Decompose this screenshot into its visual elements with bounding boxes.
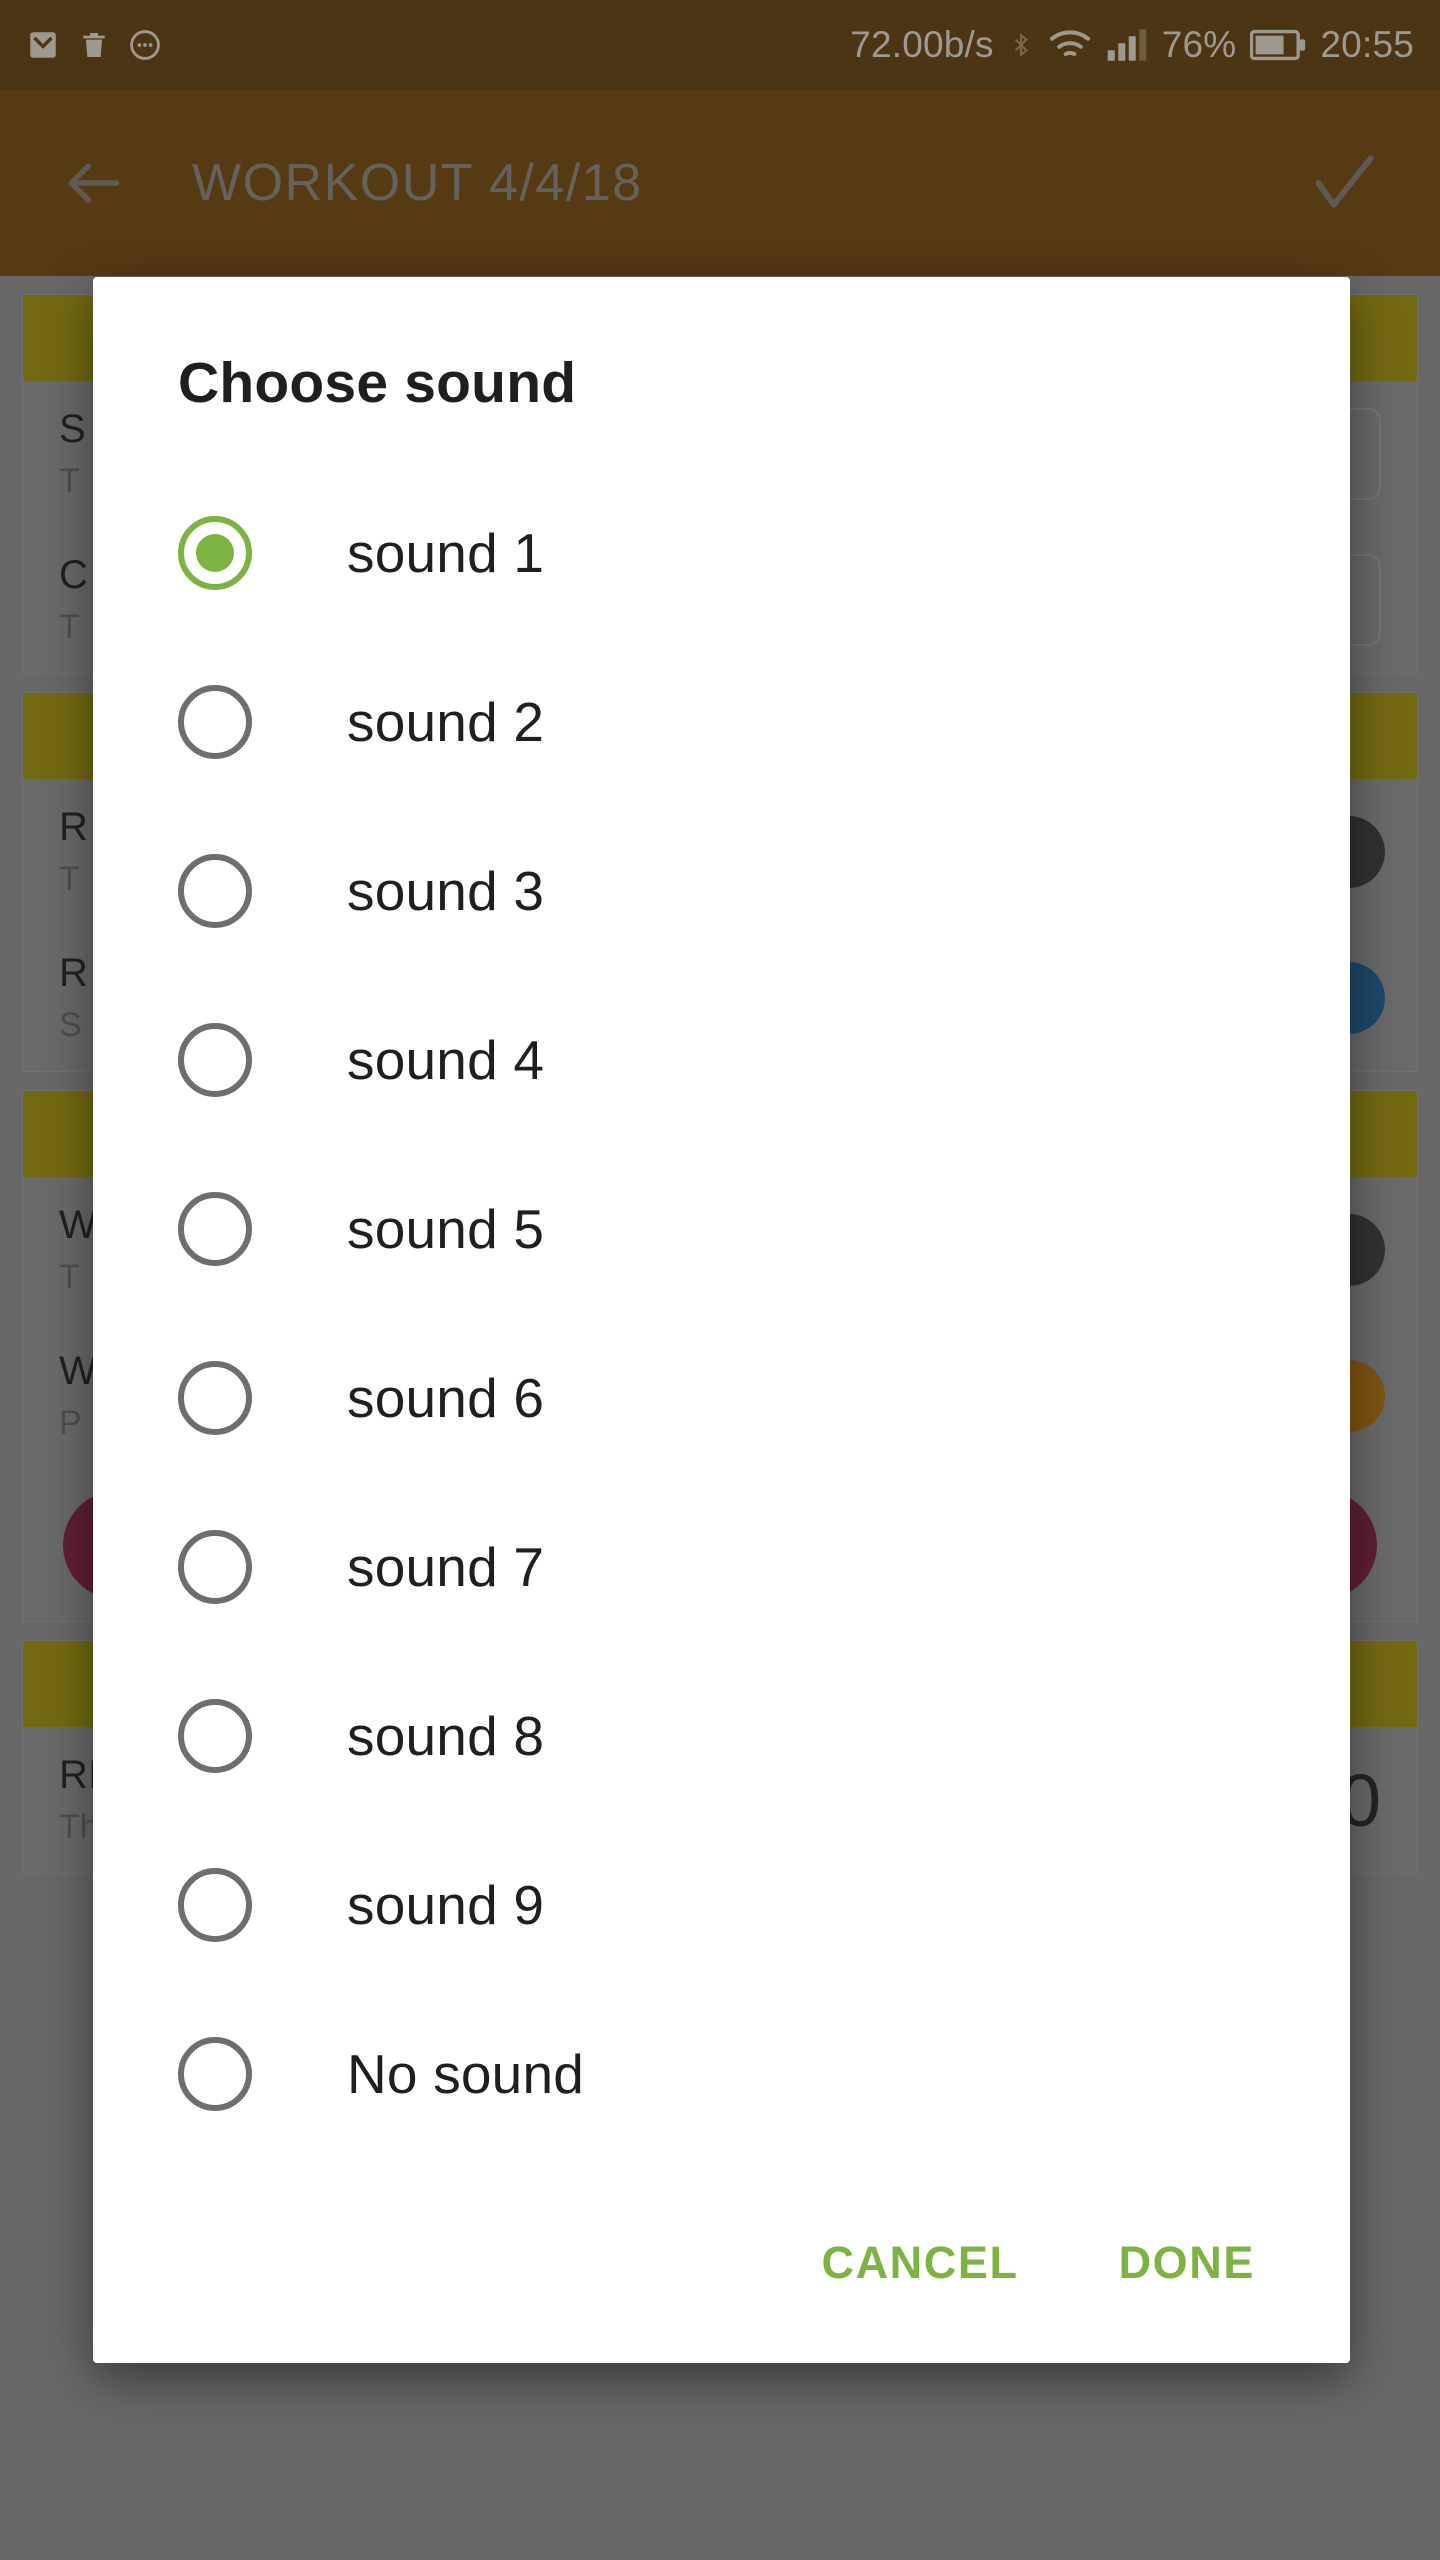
sound-option-label: sound 4 xyxy=(347,1028,545,1091)
radio-button-selected[interactable] xyxy=(178,515,252,590)
sound-option-row[interactable]: sound 8 xyxy=(93,1651,1350,1820)
sound-option-row[interactable]: No sound xyxy=(93,1989,1350,2158)
radio-dot xyxy=(196,872,234,910)
radio-button[interactable] xyxy=(178,1191,252,1266)
sound-option-label: sound 6 xyxy=(347,1366,545,1429)
radio-dot xyxy=(196,533,234,572)
radio-dot xyxy=(196,703,234,741)
sound-option-row[interactable]: sound 2 xyxy=(93,637,1350,806)
radio-dot xyxy=(196,1379,234,1417)
sound-option-row[interactable]: sound 6 xyxy=(93,1313,1350,1482)
radio-dot xyxy=(196,2055,234,2093)
sound-option-row[interactable]: sound 9 xyxy=(93,1820,1350,1989)
sound-option-label: No sound xyxy=(347,2042,585,2105)
radio-button[interactable] xyxy=(178,1529,252,1604)
cancel-button[interactable]: CANCEL xyxy=(821,2237,1018,2289)
radio-button[interactable] xyxy=(178,1022,252,1097)
sound-option-list: sound 1 sound 2 sound 3 sound 4 sound 5 … xyxy=(93,416,1350,2163)
sound-option-label: sound 1 xyxy=(347,521,545,584)
sound-option-label: sound 9 xyxy=(347,1873,545,1936)
radio-button[interactable] xyxy=(178,1698,252,1773)
radio-button[interactable] xyxy=(178,2036,252,2111)
sound-option-row[interactable]: sound 1 xyxy=(93,468,1350,637)
dialog-title: Choose sound xyxy=(178,351,577,415)
radio-dot xyxy=(196,1210,234,1248)
sound-option-row[interactable]: sound 7 xyxy=(93,1482,1350,1651)
sound-option-label: sound 3 xyxy=(347,859,545,922)
radio-button[interactable] xyxy=(178,684,252,759)
radio-dot xyxy=(196,1041,234,1079)
sound-option-row[interactable]: sound 3 xyxy=(93,806,1350,975)
done-button[interactable]: DONE xyxy=(1119,2237,1255,2289)
radio-dot xyxy=(196,1886,234,1924)
dialog-actions: CANCEL DONE xyxy=(93,2163,1350,2363)
sound-option-label: sound 2 xyxy=(347,690,545,753)
radio-button[interactable] xyxy=(178,853,252,928)
radio-button[interactable] xyxy=(178,1867,252,1942)
sound-option-label: sound 5 xyxy=(347,1197,545,1260)
radio-dot xyxy=(196,1717,234,1755)
sound-option-label: sound 8 xyxy=(347,1704,545,1767)
choose-sound-dialog: Choose sound sound 1 sound 2 sound 3 sou… xyxy=(93,277,1350,2363)
sound-option-row[interactable]: sound 4 xyxy=(93,975,1350,1144)
radio-button[interactable] xyxy=(178,1360,252,1435)
radio-dot xyxy=(196,1548,234,1586)
sound-option-row[interactable]: sound 5 xyxy=(93,1144,1350,1313)
sound-option-label: sound 7 xyxy=(347,1535,545,1598)
